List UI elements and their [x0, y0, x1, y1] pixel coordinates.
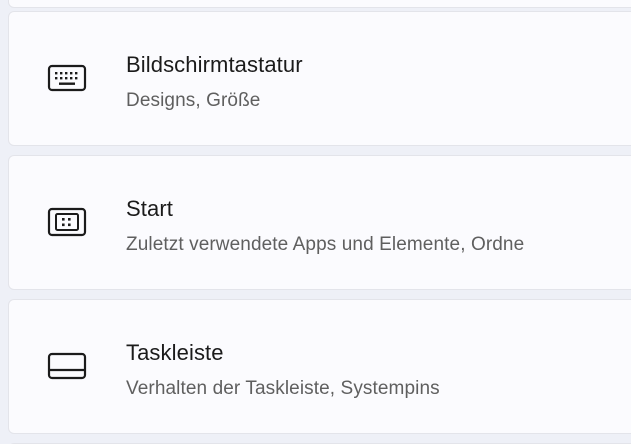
settings-item-subtitle: Zuletzt verwendete Apps und Elemente, Or… — [126, 234, 525, 255]
settings-item-title: Taskleiste — [126, 340, 224, 365]
settings-item-subtitle: Verhalten der Taskleiste, Systempins — [126, 378, 440, 399]
taskbar-icon — [45, 348, 89, 384]
settings-item-onscreen-keyboard[interactable]: Bildschirmtastatur Designs, Größe — [8, 11, 631, 146]
settings-item-partial-top[interactable] — [8, 0, 631, 8]
settings-item-title: Start — [126, 196, 173, 221]
settings-item-start[interactable]: Start Zuletzt verwendete Apps und Elemen… — [8, 155, 631, 290]
settings-item-subtitle: Designs, Größe — [126, 90, 261, 111]
start-menu-icon — [45, 204, 89, 240]
keyboard-icon — [45, 60, 89, 96]
settings-list: Bildschirmtastatur Designs, Größe Start … — [0, 0, 631, 444]
settings-item-taskbar[interactable]: Taskleiste Verhalten der Taskleiste, Sys… — [8, 299, 631, 434]
settings-item-title: Bildschirmtastatur — [126, 52, 303, 77]
